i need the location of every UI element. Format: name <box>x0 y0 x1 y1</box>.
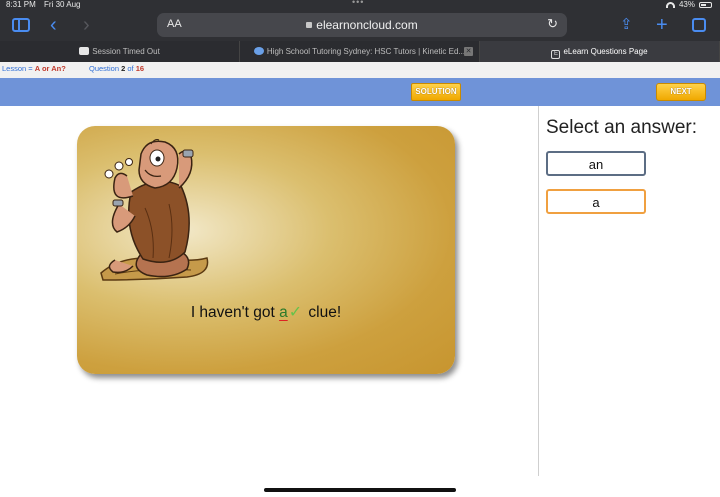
forward-icon[interactable]: › <box>83 9 90 41</box>
next-button[interactable]: NEXT <box>656 83 706 101</box>
status-time: 8:31 PM <box>6 0 36 9</box>
tab-strip: Session Timed Out High School Tutoring S… <box>0 41 720 62</box>
check-icon: ✓ <box>288 304 303 321</box>
lock-icon <box>306 22 313 28</box>
lesson-label: Lesson = <box>2 64 35 73</box>
multitask-dots-icon[interactable]: ••• <box>352 0 364 7</box>
tab-overview-icon[interactable] <box>692 18 706 32</box>
close-tab-icon[interactable]: ✕ <box>464 47 473 56</box>
question-label: Question <box>89 64 122 73</box>
tab-elearn-questions[interactable]: EeLearn Questions Page <box>480 41 720 62</box>
new-tab-icon[interactable]: + <box>656 9 668 41</box>
url-text: elearnoncloud.com <box>316 18 418 32</box>
lesson-name: A or An? <box>34 64 66 73</box>
answer-option-an[interactable]: an <box>546 151 646 176</box>
tab-kinetic-ed[interactable]: High School Tutoring Sydney: HSC Tutors … <box>240 41 480 62</box>
reload-icon[interactable]: ↻ <box>547 16 558 32</box>
select-answer-title: Select an answer: <box>546 117 698 138</box>
battery-percent: 43% <box>678 0 695 9</box>
question-sentence: I haven't got a✓ clue! <box>77 302 455 322</box>
caveman-illustration <box>100 139 209 281</box>
home-indicator[interactable] <box>264 488 456 492</box>
panel-divider <box>538 106 539 476</box>
e-favicon-icon: E <box>551 50 561 59</box>
lesson-info-bar: Lesson = A or An? Question 2 of 16 <box>0 62 720 78</box>
question-answer-word: a <box>279 304 288 321</box>
answer-option-a[interactable]: a <box>546 189 646 214</box>
battery-icon <box>699 1 712 8</box>
question-suffix: clue! <box>304 304 342 321</box>
tab-label: eLearn Questions Page <box>563 47 648 56</box>
of-label: of <box>125 64 136 73</box>
tab-label: Session Timed Out <box>92 47 160 56</box>
address-bar[interactable]: AA elearnoncloud.com ↻ <box>157 13 567 37</box>
question-total: 16 <box>135 64 145 73</box>
share-icon[interactable]: ⇪ <box>620 9 633 41</box>
globe-favicon-icon <box>253 47 264 55</box>
sidebar-icon[interactable] <box>12 18 30 32</box>
action-bar: SOLUTION NEXT <box>0 78 720 106</box>
question-card: I haven't got a✓ clue! <box>77 126 455 374</box>
status-bar: 8:31 PM Fri 30 Aug ••• 43% <box>0 0 720 9</box>
back-icon[interactable]: ‹ <box>50 9 57 41</box>
wifi-icon <box>665 1 675 8</box>
solution-button[interactable]: SOLUTION <box>411 83 461 101</box>
question-prefix: I haven't got <box>190 304 280 321</box>
status-date: Fri 30 Aug <box>44 0 81 9</box>
tab-label: High School Tutoring Sydney: HSC Tutors … <box>266 47 466 56</box>
favicon-icon <box>79 47 90 55</box>
tab-session-timed-out[interactable]: Session Timed Out <box>0 41 240 62</box>
browser-toolbar: ‹ › AA elearnoncloud.com ↻ ⇪ + <box>0 9 720 41</box>
